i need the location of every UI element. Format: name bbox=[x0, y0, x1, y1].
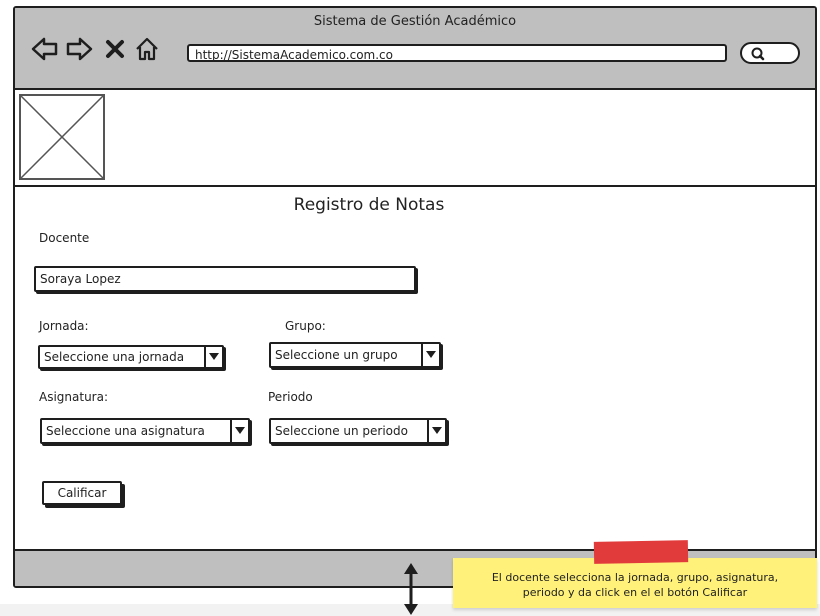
periodo-selected: Seleccione un periodo bbox=[275, 424, 408, 438]
chevron-down-icon[interactable] bbox=[421, 344, 439, 366]
page-title: Registro de Notas bbox=[293, 195, 445, 215]
chevron-down-icon[interactable] bbox=[230, 420, 248, 442]
back-arrow-icon[interactable] bbox=[31, 36, 59, 62]
jornada-label: Jornada: bbox=[39, 319, 89, 333]
grupo-select[interactable]: Seleccione un grupo bbox=[269, 342, 441, 368]
jornada-select[interactable]: Seleccione una jornada bbox=[38, 345, 224, 369]
search-box[interactable] bbox=[740, 42, 800, 64]
docente-field[interactable]: Soraya Lopez bbox=[34, 266, 416, 292]
annotation-line-1: El docente selecciona la jornada, grupo,… bbox=[491, 571, 779, 584]
asignatura-selected: Seleccione una asignatura bbox=[46, 424, 205, 438]
grupo-label: Grupo: bbox=[285, 319, 326, 333]
browser-chrome: Sistema de Gestión Académico http://Sist… bbox=[15, 8, 815, 90]
window-title: Sistema de Gestión Académico bbox=[313, 14, 517, 29]
asignatura-label: Asignatura: bbox=[39, 390, 109, 404]
asignatura-select[interactable]: Seleccione una asignatura bbox=[40, 418, 250, 444]
sticky-note-annotation: El docente selecciona la jornada, grupo,… bbox=[453, 558, 817, 608]
search-icon bbox=[751, 47, 765, 61]
browser-window: Sistema de Gestión Académico http://Sist… bbox=[13, 6, 817, 588]
form-area: Registro de Notas Docente Soraya Lopez J… bbox=[15, 187, 815, 547]
chevron-down-icon[interactable] bbox=[427, 420, 445, 442]
chevron-down-icon[interactable] bbox=[204, 347, 222, 367]
periodo-select[interactable]: Seleccione un periodo bbox=[269, 418, 447, 444]
grupo-selected: Seleccione un grupo bbox=[275, 348, 398, 362]
address-bar[interactable]: http://SistemaAcademico.com.co bbox=[187, 44, 727, 62]
docente-label: Docente bbox=[39, 231, 90, 245]
tape-strip bbox=[593, 540, 689, 564]
annotation-line-2: periodo y da click en el el botón Califi… bbox=[522, 586, 748, 599]
site-header bbox=[15, 90, 815, 187]
forward-arrow-icon[interactable] bbox=[65, 36, 93, 62]
close-icon[interactable] bbox=[101, 36, 129, 62]
periodo-label: Periodo bbox=[268, 390, 313, 404]
image-placeholder-icon bbox=[19, 94, 105, 180]
jornada-selected: Seleccione una jornada bbox=[44, 350, 185, 364]
double-arrow-icon bbox=[404, 563, 418, 615]
home-icon[interactable] bbox=[133, 36, 161, 62]
calificar-button[interactable]: Calificar bbox=[42, 481, 122, 505]
